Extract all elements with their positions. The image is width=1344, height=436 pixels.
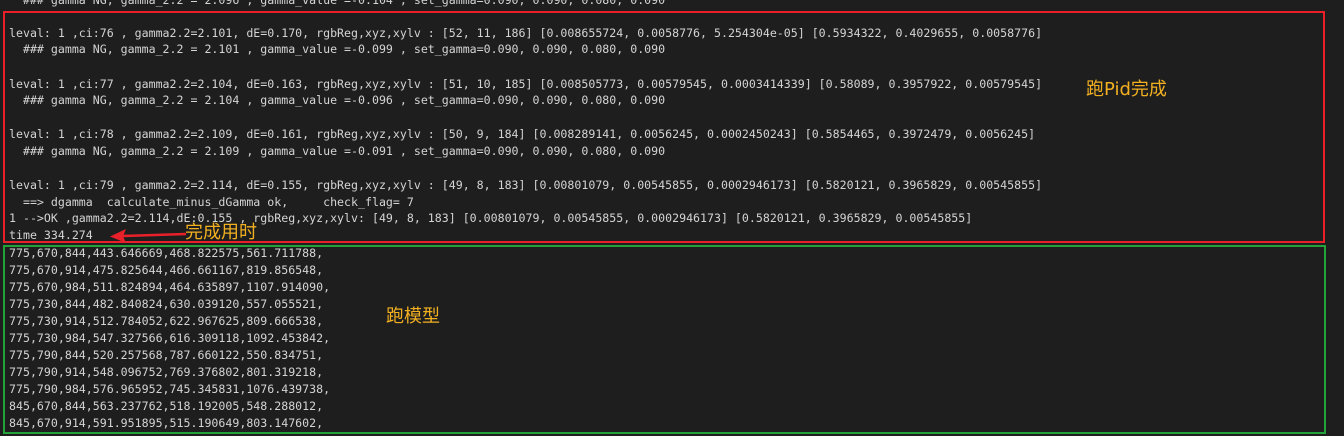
terminal-line: ==> dgamma calculate_minus_dGamma ok, ch… [9, 195, 414, 209]
terminal-line: leval: 1 ,ci:78 , gamma2.2=2.109, dE=0.1… [9, 127, 1036, 141]
terminal-line: time 334.274 [9, 228, 93, 242]
terminal-line: leval: 1 ,ci:77 , gamma2.2=2.104, dE=0.1… [9, 77, 1043, 91]
terminal-line: 845,670,844,563.237762,518.192005,548.28… [9, 399, 324, 413]
pid-done-annotation: 跑Pid完成 [1086, 79, 1167, 100]
terminal-line: 775,790,984,576.965952,745.345831,1076.4… [9, 382, 331, 396]
terminal-line: ### gamma NG, gamma_2.2 = 2.101 , gamma_… [9, 42, 666, 56]
terminal-line: 845,670,914,591.951895,515.190649,803.14… [9, 416, 324, 430]
terminal-line: leval: 1 ,ci:76 , gamma2.2=2.101, dE=0.1… [9, 26, 1043, 40]
terminal-line: 775,730,844,482.840824,630.039120,557.05… [9, 297, 324, 311]
terminal-line: 775,790,914,548.096752,769.376802,801.31… [9, 365, 324, 379]
terminal-line: leval: 1 ,ci:79 , gamma2.2=2.114, dE=0.1… [9, 178, 1043, 192]
terminal-line: 775,730,984,547.327566,616.309118,1092.4… [9, 331, 331, 345]
terminal-line: 775,670,914,475.825644,466.661167,819.85… [9, 263, 324, 277]
terminal-output: ### gamma NG, gamma_2.2 = 2.096 , gamma_… [0, 0, 1344, 436]
terminal-line: ### gamma NG, gamma_2.2 = 2.109 , gamma_… [9, 144, 666, 158]
run-model-annotation: 跑模型 [386, 306, 440, 327]
terminal-line: 775,670,984,511.824894,464.635897,1107.9… [9, 280, 331, 294]
terminal-line: 775,790,844,520.257568,787.660122,550.83… [9, 348, 324, 362]
terminal-line: ### gamma NG, gamma_2.2 = 2.096 , gamma_… [9, 0, 666, 7]
arrow-left-icon [110, 229, 187, 243]
done-time-annotation: 完成用时 [185, 222, 257, 243]
terminal-line: ### gamma NG, gamma_2.2 = 2.104 , gamma_… [9, 93, 666, 107]
terminal-line: 775,730,914,512.784052,622.967625,809.66… [9, 314, 324, 328]
